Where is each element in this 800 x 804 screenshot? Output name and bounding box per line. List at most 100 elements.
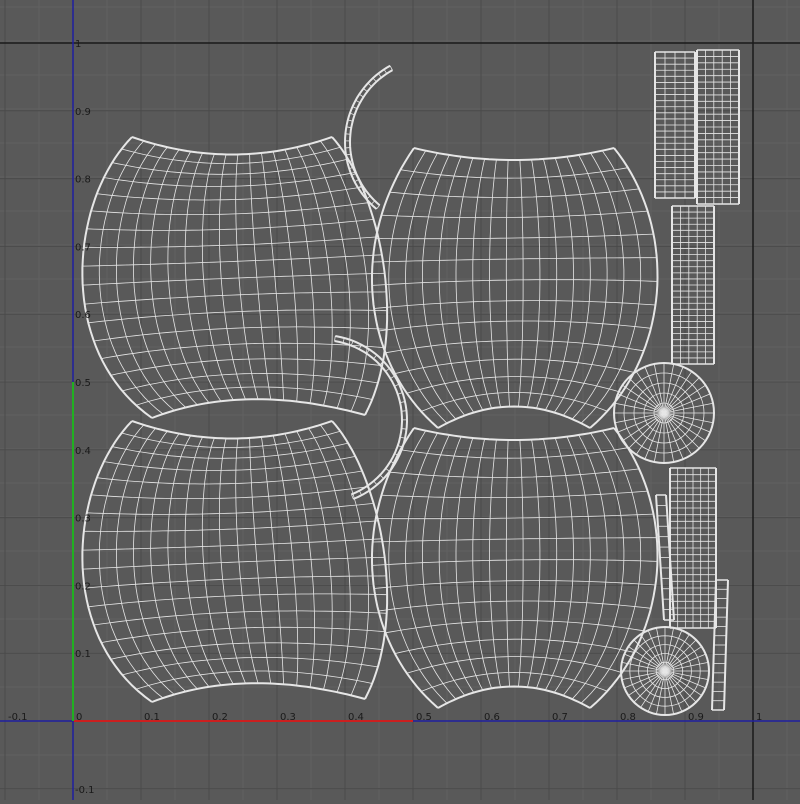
uv-edge — [116, 144, 174, 410]
uv-edge — [236, 154, 258, 399]
u-tick-label: -0.1 — [8, 712, 28, 723]
uv-edge — [94, 327, 387, 341]
v-axis-labels: 10.90.80.70.60.50.40.30.20.1-0.1 — [75, 39, 95, 796]
uv-edge — [345, 66, 390, 209]
uv-edge — [490, 440, 501, 688]
v-tick-label: -0.1 — [75, 785, 95, 796]
uv-edge — [422, 155, 464, 416]
uv-edge — [664, 378, 699, 413]
uv-edge — [97, 471, 362, 484]
uv-edge — [132, 137, 332, 155]
rim-strip-tall[interactable] — [655, 52, 695, 198]
uv-editor-viewport[interactable]: -0.100.10.20.30.40.50.60.70.80.91 10.90.… — [0, 0, 800, 800]
uv-edge — [390, 376, 394, 379]
uv-edge — [402, 411, 407, 412]
uv-edge — [373, 78, 376, 82]
uv-edge — [87, 503, 374, 514]
uv-edge — [88, 310, 387, 323]
rim-strip-mid[interactable] — [672, 206, 714, 364]
uv-edge — [112, 443, 348, 458]
uv-edge — [116, 428, 174, 694]
upper-cap-disk[interactable] — [614, 363, 714, 463]
uv-edge — [473, 159, 492, 408]
u-tick-label: 0.6 — [484, 712, 500, 723]
uv-edge — [320, 141, 368, 412]
u-tick-label: 1 — [756, 712, 762, 723]
uv-edge — [359, 491, 361, 495]
uv-edge — [490, 160, 501, 408]
uv-edge — [202, 154, 233, 400]
v-tick-label: 0.5 — [75, 378, 91, 389]
uv-edge — [506, 440, 509, 687]
uv-edge — [152, 683, 365, 702]
lower-cap-disk[interactable] — [621, 627, 709, 715]
uv-edge — [84, 521, 378, 532]
uv-edge — [236, 438, 258, 683]
u-tick-label: 0.5 — [416, 712, 432, 723]
uv-canvas[interactable]: -0.100.10.20.30.40.50.60.70.80.91 10.90.… — [0, 0, 800, 800]
uv-edge — [112, 159, 348, 174]
u-tick-label: 0.8 — [620, 712, 636, 723]
uv-edge — [384, 69, 387, 73]
uv-edge — [297, 431, 333, 689]
u-tick-label: 0.7 — [552, 712, 568, 723]
uv-edge — [85, 576, 387, 588]
uv-edge — [629, 378, 664, 413]
uv-edge — [422, 435, 464, 696]
rim-strip-tall-b[interactable] — [697, 50, 739, 204]
upper-left-shell[interactable] — [82, 137, 387, 418]
uv-edge — [402, 429, 407, 430]
uv-edge — [87, 219, 374, 230]
u-tick-label: 0.4 — [348, 712, 364, 723]
uv-edge — [202, 438, 233, 684]
uv-edge — [85, 292, 387, 304]
uv-edge — [83, 255, 382, 266]
uv-edge — [386, 468, 390, 471]
uv-edge — [473, 439, 492, 688]
uv-edge — [390, 189, 639, 198]
uv-edge — [359, 94, 363, 97]
upper-arc-strip[interactable] — [345, 66, 393, 209]
uv-edge — [84, 237, 378, 248]
rim-strip-thin-b[interactable] — [712, 580, 728, 710]
uv-edge — [414, 148, 614, 160]
v-tick-label: 0.7 — [75, 242, 91, 253]
uv-edge — [421, 392, 607, 411]
uv-edge — [389, 431, 447, 704]
uv-edge — [97, 187, 362, 200]
uv-edge — [111, 359, 382, 376]
uv-edge — [372, 148, 438, 428]
u-tick-label: 0.9 — [688, 712, 704, 723]
uv-edge — [390, 469, 639, 478]
uv-edge — [297, 147, 333, 405]
uv-edge — [372, 428, 438, 708]
uv-edge — [386, 368, 390, 371]
v-tick-label: 0.8 — [75, 175, 91, 186]
lower-left-shell[interactable] — [82, 421, 387, 702]
v-tick-label: 0.1 — [75, 649, 91, 660]
uv-edge — [320, 425, 368, 696]
uv-edge — [390, 66, 392, 70]
uv-edge — [374, 355, 377, 359]
uv-edge — [395, 384, 400, 386]
v-tick-label: 0.9 — [75, 107, 91, 118]
uv-edge — [82, 421, 152, 702]
u-tick-label: 0.3 — [280, 712, 296, 723]
uv-edge — [88, 594, 387, 607]
uv-edge — [94, 611, 387, 625]
u-tick-label: 0.1 — [144, 712, 160, 723]
v-tick-label: 0.6 — [75, 310, 91, 321]
rim-strip-short[interactable] — [670, 468, 716, 628]
uv-edge — [136, 671, 372, 689]
uv-edge — [407, 377, 622, 394]
v-tick-label: 0.4 — [75, 446, 91, 457]
uv-edge — [219, 438, 245, 683]
uv-edge — [506, 160, 509, 407]
uv-edge — [82, 137, 152, 418]
uv-edge — [414, 428, 614, 440]
uv-edge — [83, 539, 382, 550]
uv-edge — [111, 643, 382, 660]
uv-edge — [219, 154, 245, 399]
v-tick-label: 1 — [75, 39, 81, 50]
uv-edge — [136, 387, 372, 405]
